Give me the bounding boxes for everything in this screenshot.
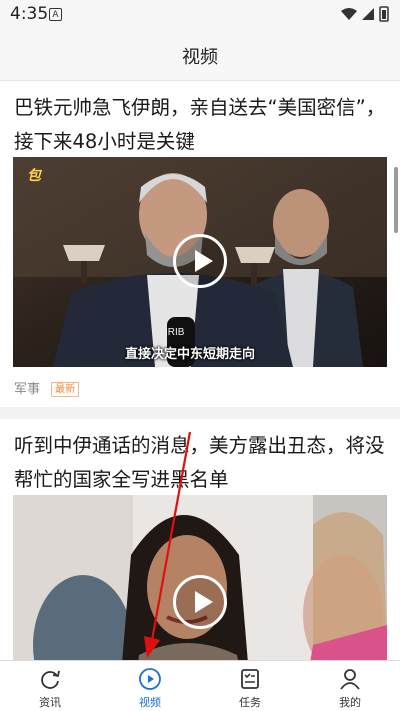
- wifi-icon: [341, 8, 357, 20]
- video-title[interactable]: 巴铁元帅急飞伊朗，亲自送去“美国密信”，接下来48小时是关键: [14, 91, 390, 159]
- nav-item-tasks[interactable]: 任务: [200, 661, 300, 711]
- nav-item-news[interactable]: 资讯: [0, 661, 100, 711]
- category-label[interactable]: 军事: [14, 382, 40, 397]
- new-badge: 最新: [51, 382, 80, 397]
- page-title: 视频: [182, 47, 218, 68]
- video-card[interactable]: 听到中伊通话的消息，美方露出丑态，将没帮忙的国家全写进黑名单: [0, 419, 400, 660]
- play-circle-icon: [139, 668, 161, 690]
- video-feed[interactable]: 巴铁元帅急飞伊朗，亲自送去“美国密信”，接下来48小时是关键 IRIB 包 直接…: [0, 81, 400, 660]
- nav-label: 资讯: [39, 696, 61, 709]
- video-thumbnail[interactable]: [13, 495, 387, 660]
- play-button[interactable]: [173, 575, 227, 629]
- nav-label: 我的: [339, 696, 361, 709]
- video-title[interactable]: 听到中伊通话的消息，美方露出丑态，将没帮忙的国家全写进黑名单: [14, 429, 390, 497]
- scrollbar[interactable]: [394, 167, 398, 233]
- nav-item-me[interactable]: 我的: [300, 661, 400, 711]
- task-list-icon: [241, 669, 259, 689]
- bottom-nav: 资讯 视频 任务 我的: [0, 660, 400, 711]
- user-icon: [340, 669, 360, 690]
- video-card[interactable]: 巴铁元帅急飞伊朗，亲自送去“美国密信”，接下来48小时是关键 IRIB 包 直接…: [0, 81, 400, 407]
- signal-icon: [362, 8, 374, 20]
- nav-label: 任务: [239, 696, 261, 709]
- nav-item-video[interactable]: 视频: [100, 661, 200, 711]
- refresh-icon: [41, 670, 60, 689]
- video-thumbnail[interactable]: IRIB 包 直接决定中东短期走向: [13, 157, 387, 367]
- status-icons: [341, 6, 389, 22]
- video-meta: 军事 最新: [14, 378, 80, 397]
- nav-label: 视频: [139, 696, 161, 709]
- status-time: 4:35: [10, 4, 49, 24]
- notification-icon: A: [49, 8, 62, 21]
- status-bar: 4:35 A: [0, 0, 400, 28]
- top-bar: 视频: [0, 28, 400, 81]
- play-button[interactable]: [173, 234, 227, 288]
- channel-logo: 包: [27, 168, 41, 184]
- video-caption: 直接决定中东短期走向: [125, 347, 256, 362]
